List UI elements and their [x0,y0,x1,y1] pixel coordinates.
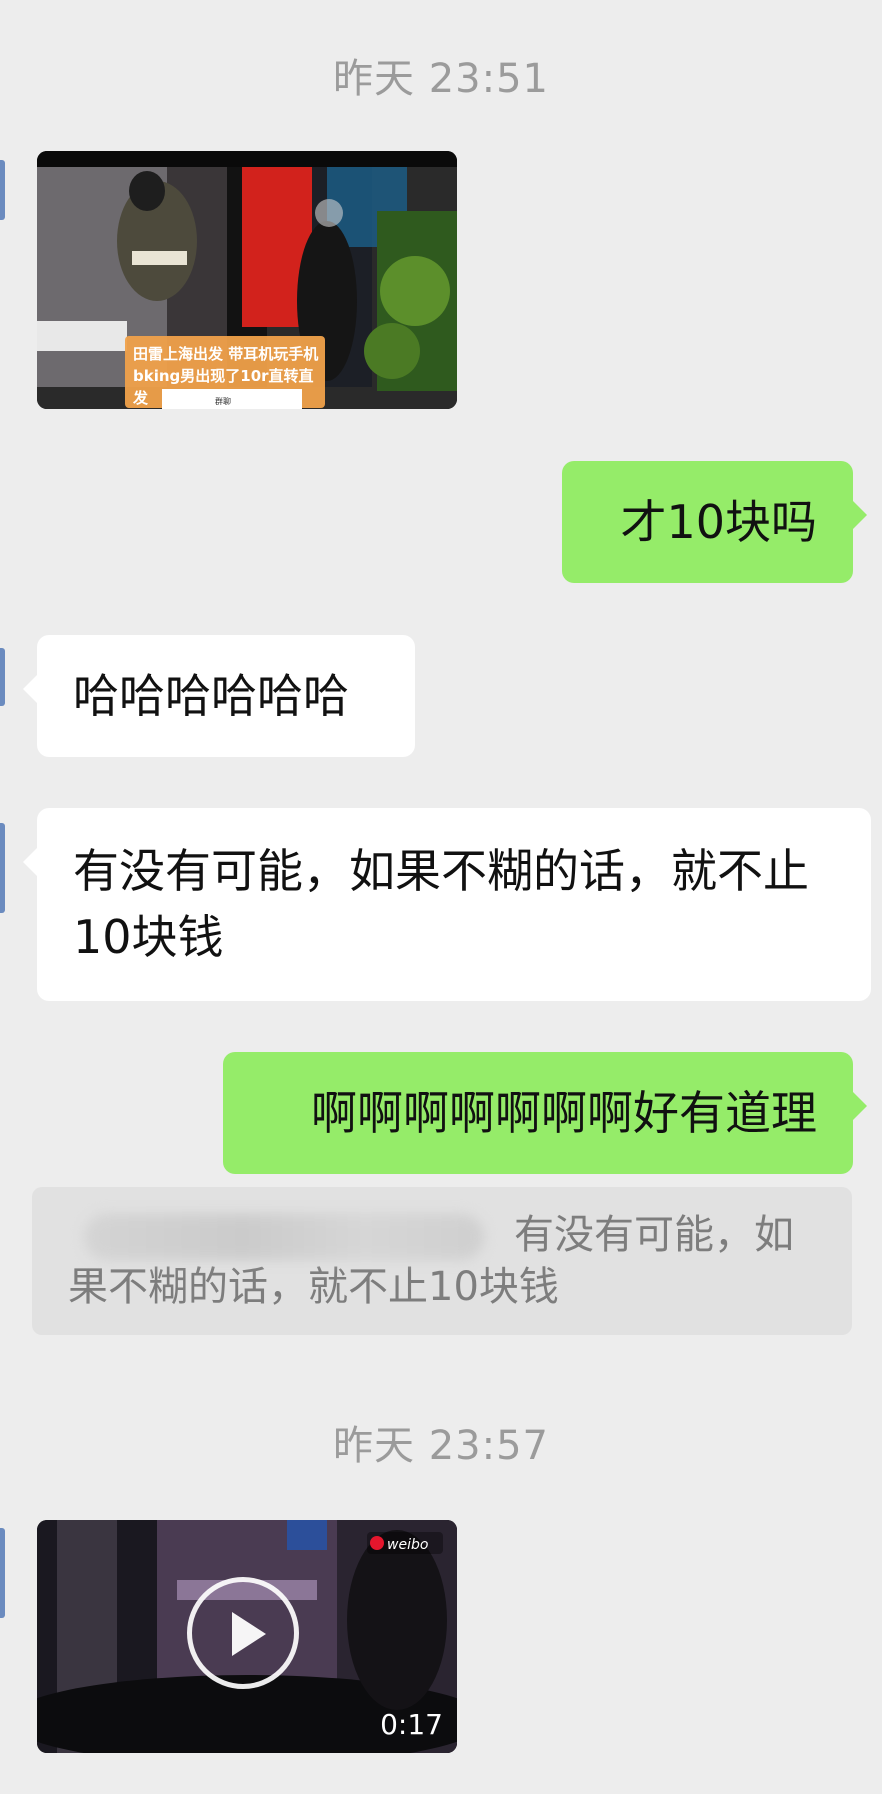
play-icon [232,1612,266,1656]
image-subbar: 群聊 [215,396,231,406]
image-thumbnail: 田雷上海出发 带耳机玩手机 bking男出现了10r直转直 发 群聊 [37,151,457,409]
image-caption-line1: 田雷上海出发 带耳机玩手机 [133,345,318,363]
avatar[interactable] [0,1528,5,1618]
quoted-message[interactable]: 有没有可能，如果不糊的话，就不止10块钱 [32,1187,852,1335]
play-button[interactable] [187,1577,299,1689]
weibo-watermark: weibo [387,1537,428,1553]
timestamp: 昨天 23:57 [333,1423,549,1469]
message-text: 有没有可能，如果不糊的话，就不止10块钱 [73,844,809,964]
message-bubble-outgoing[interactable]: 才10块吗 [562,461,867,583]
image-message[interactable]: 田雷上海出发 带耳机玩手机 bking男出现了10r直转直 发 群聊 [37,151,457,409]
message-text: 才10块吗 [620,495,817,549]
quoted-sender-name-blurred [84,1214,484,1260]
message-bubble-incoming[interactable]: 有没有可能，如果不糊的话，就不止10块钱 [23,808,871,1001]
image-caption-line3: 发 [132,389,149,407]
avatar[interactable] [0,648,5,706]
timestamp: 昨天 23:51 [333,56,549,102]
video-duration: 0:17 [380,1708,443,1741]
message-bubble-outgoing[interactable]: 啊啊啊啊啊啊啊好有道理 [223,1052,867,1174]
message-text: 啊啊啊啊啊啊啊好有道理 [311,1086,817,1140]
message-text: 哈哈哈哈哈哈 [73,669,349,723]
message-bubble-incoming[interactable]: 哈哈哈哈哈哈 [23,635,415,757]
avatar[interactable] [0,823,5,913]
image-caption-line2: bking男出现了10r直转直 [133,367,314,385]
video-message[interactable]: weibo 0:17 [37,1520,457,1753]
avatar[interactable] [0,160,5,220]
